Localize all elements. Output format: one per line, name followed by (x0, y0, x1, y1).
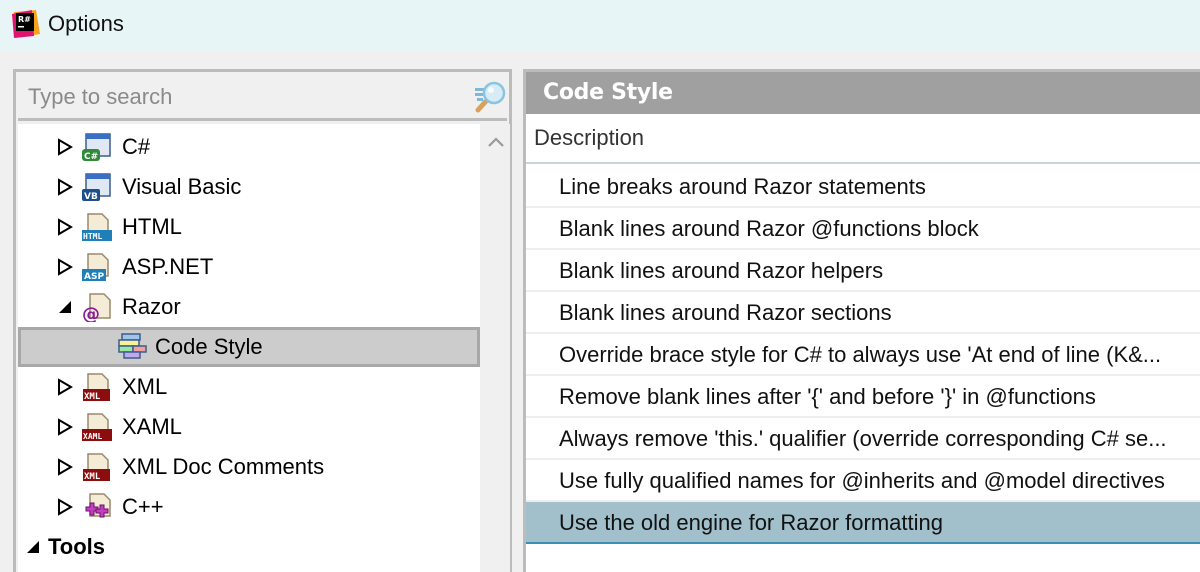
tree-item-label: C# (122, 134, 151, 159)
csharp-icon: C# (82, 133, 111, 162)
collapse-arrow-icon[interactable] (24, 538, 42, 556)
code-style-icon (118, 333, 147, 359)
panel-header: Code Style (526, 69, 1200, 114)
list-item-text: Always remove 'this.' qualifier (overrid… (559, 426, 1167, 451)
xml-doc-icon: XML (83, 453, 110, 482)
expand-arrow-icon[interactable] (56, 498, 74, 516)
logo-text: R# (18, 15, 31, 24)
xaml-icon: XAML (82, 413, 112, 441)
list-item-text: Blank lines around Razor @functions bloc… (559, 216, 979, 241)
tree-item-cpp[interactable]: C++ (18, 487, 480, 527)
settings-panel: Code Style Description Line breaks aroun… (523, 69, 1200, 572)
expand-arrow-icon[interactable] (56, 378, 74, 396)
expand-arrow-icon[interactable] (56, 418, 74, 436)
tree-item-csharp[interactable]: C# C# (18, 127, 480, 167)
list-item[interactable]: Blank lines around Razor helpers (526, 250, 1200, 292)
svg-text:@: @ (82, 304, 100, 322)
tree-item-label: XML Doc Comments (122, 454, 325, 479)
column-header-label: Description (534, 125, 645, 150)
list-item[interactable]: Remove blank lines after '{' and before … (526, 376, 1200, 418)
html-icon: HTML (82, 213, 112, 241)
window-title: Options (48, 11, 124, 36)
svg-text:VB: VB (84, 192, 98, 202)
tree-item-label: C++ (122, 494, 164, 519)
tree-item-xaml[interactable]: XAML XAML (18, 407, 480, 447)
svg-text:XML: XML (84, 392, 101, 402)
svg-text:HTML: HTML (83, 232, 102, 241)
title-bar: R# Options (0, 0, 1200, 52)
list-item-text: Remove blank lines after '{' and before … (559, 384, 1096, 409)
svg-text:C#: C# (84, 152, 98, 162)
svg-text:XML: XML (84, 472, 101, 482)
tree-item-label: Code Style (155, 334, 263, 359)
visual-basic-icon: VB (82, 173, 111, 202)
list-item-text: Use fully qualified names for @inherits … (559, 468, 1165, 493)
list-item-text: Blank lines around Razor helpers (559, 258, 884, 283)
tree-item-visual-basic[interactable]: VB Visual Basic (18, 167, 480, 207)
options-tree: C# C# VB Visual Basic HTML HTML ASP ASP.… (18, 124, 480, 572)
svg-text:ASP: ASP (84, 272, 104, 282)
options-tree-panel: C# C# VB Visual Basic HTML HTML (13, 69, 512, 572)
tree-item-label: Tools (48, 534, 106, 559)
search-box[interactable] (18, 74, 507, 121)
tree-scrollbar[interactable] (482, 124, 510, 572)
list-item-text: Line breaks around Razor statements (559, 174, 926, 199)
expand-arrow-icon[interactable] (56, 258, 74, 276)
svg-text:XAML: XAML (83, 432, 102, 441)
collapse-arrow-icon[interactable] (56, 298, 74, 316)
search-icon[interactable] (473, 80, 507, 114)
expand-arrow-icon[interactable] (56, 178, 74, 196)
tree-item-label: XML (122, 374, 168, 399)
tree-item-label: XAML (122, 414, 182, 439)
list-item-selected[interactable]: Use the old engine for Razor formatting (526, 502, 1200, 544)
panel-title: Code Style (543, 80, 673, 105)
tree-item-razor[interactable]: @ Razor (18, 287, 480, 327)
razor-icon: @ (82, 293, 111, 322)
xml-icon: XML (83, 373, 110, 402)
tree-item-tools[interactable]: Tools (18, 527, 480, 567)
expand-arrow-icon[interactable] (56, 138, 74, 156)
tree-item-xml-doc-comments[interactable]: XML XML Doc Comments (18, 447, 480, 487)
tree-item-code-style[interactable]: Code Style (18, 327, 480, 367)
list-item-text: Use the old engine for Razor formatting (559, 510, 943, 535)
column-header-description[interactable]: Description (526, 114, 1200, 164)
tree-item-label: ASP.NET (122, 254, 214, 279)
expand-arrow-icon[interactable] (56, 218, 74, 236)
list-item-text: Blank lines around Razor sections (559, 300, 892, 325)
list-item[interactable]: Blank lines around Razor @functions bloc… (526, 208, 1200, 250)
list-item[interactable]: Override brace style for C# to always us… (526, 334, 1200, 376)
tree-item-label: HTML (122, 214, 182, 239)
aspnet-icon: ASP (82, 253, 109, 282)
expand-arrow-icon[interactable] (56, 458, 74, 476)
list-item-text: Override brace style for C# to always us… (559, 342, 1162, 367)
list-item[interactable]: Always remove 'this.' qualifier (overrid… (526, 418, 1200, 460)
scroll-up-icon[interactable] (486, 134, 506, 150)
list-item[interactable]: Blank lines around Razor sections (526, 292, 1200, 334)
list-item[interactable]: Use fully qualified names for @inherits … (526, 460, 1200, 502)
cpp-icon (85, 493, 111, 518)
tree-item-html[interactable]: HTML HTML (18, 207, 480, 247)
list-item[interactable]: Line breaks around Razor statements (526, 166, 1200, 208)
tree-item-label: Visual Basic (122, 174, 242, 199)
search-input[interactable] (28, 82, 448, 112)
tree-item-xml[interactable]: XML XML (18, 367, 480, 407)
tree-item-label: Razor (122, 294, 181, 319)
resharper-logo-icon: R# (12, 10, 40, 38)
tree-item-aspnet[interactable]: ASP ASP.NET (18, 247, 480, 287)
